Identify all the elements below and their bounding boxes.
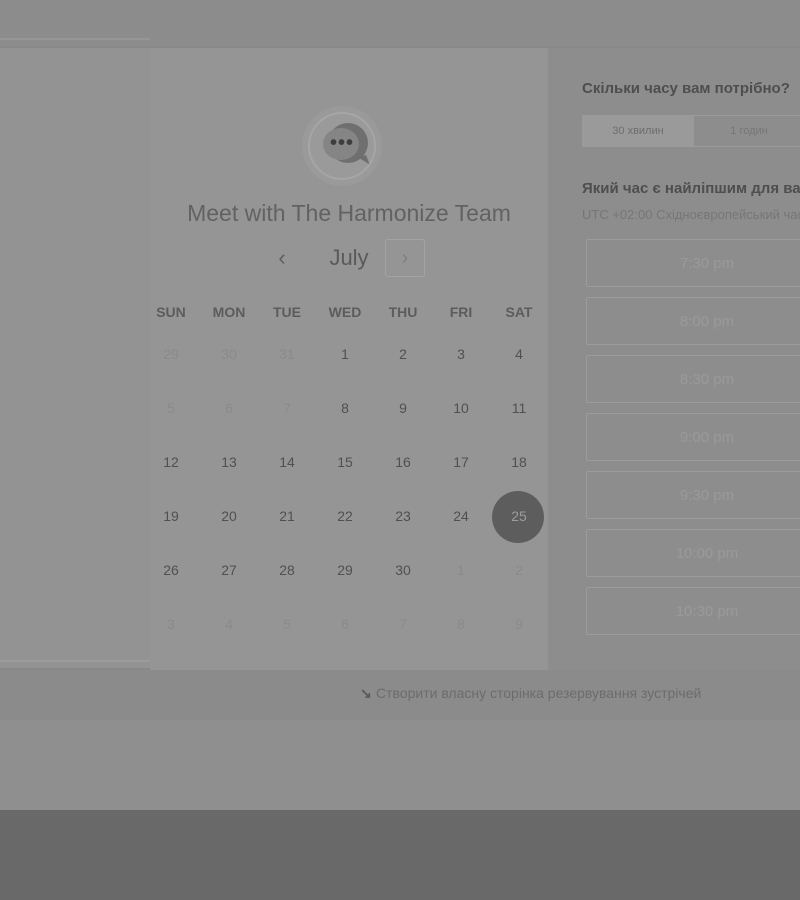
weekday-label: SUN <box>156 304 186 320</box>
page-bottom-background <box>0 810 800 900</box>
arrow-link-icon: ↘ <box>360 685 372 701</box>
calendar-day[interactable]: 15 <box>320 442 370 482</box>
booking-panel: Скільки часу вам потрібно? 30 хвилин 1 г… <box>548 48 800 670</box>
prev-month-button[interactable]: ‹ <box>264 238 300 278</box>
calendar-day: 8 <box>457 616 465 632</box>
time-slot-button[interactable]: 10:00 pm <box>586 529 800 577</box>
calendar-day: 6 <box>225 400 233 416</box>
calendar-day[interactable]: 16 <box>378 442 428 482</box>
calendar-day-number: 25 <box>511 508 527 524</box>
calendar-day-selected[interactable]: 25 <box>492 491 544 543</box>
time-slot-button[interactable]: 9:00 pm <box>586 413 800 461</box>
calendar-day: 3 <box>167 616 175 632</box>
timezone-label[interactable]: UTC +02:00 Східноєвропейський час <box>582 207 800 222</box>
month-navigation: ‹ July › <box>150 238 548 280</box>
time-slot-button[interactable]: 10:30 pm <box>586 587 800 635</box>
create-booking-page-link[interactable]: ↘ Створити власну сторінка резервування з… <box>360 685 701 702</box>
time-slot-label: 10:30 pm <box>675 603 739 620</box>
weekday-label: WED <box>328 304 362 320</box>
footer-link-label: Створити власну сторінка резервування зу… <box>376 685 702 701</box>
calendar-day: 7 <box>283 400 291 416</box>
weekday-label: FRI <box>449 304 473 320</box>
calendar-day: 30 <box>221 346 237 362</box>
calendar-day: 1 <box>457 562 465 578</box>
calendar-day: 9 <box>515 616 523 632</box>
calendar-day: 29 <box>163 346 179 362</box>
calendar-day[interactable]: 24 <box>436 496 486 536</box>
calendar-day[interactable]: 18 <box>494 442 544 482</box>
calendar-day[interactable]: 4 <box>494 334 544 374</box>
time-slot-label: 10:00 pm <box>675 545 739 562</box>
weekday-header-row: SUN MON TUE WED THU FRI SAT <box>150 304 548 324</box>
time-slot-button[interactable]: 7:30 pm <box>586 239 800 287</box>
page-background <box>0 720 800 810</box>
time-slot-label: 9:00 pm <box>679 429 735 446</box>
calendar-day[interactable]: 26 <box>146 550 196 590</box>
calendar-day[interactable]: 27 <box>204 550 254 590</box>
calendar-day[interactable]: 19 <box>146 496 196 536</box>
time-slot-label: 8:00 pm <box>679 313 735 330</box>
calendar-day[interactable]: 11 <box>494 388 544 428</box>
calendar-day[interactable]: 1 <box>320 334 370 374</box>
footer-bar: ↘ Створити власну сторінка резервування з… <box>0 670 800 720</box>
calendar-day: 7 <box>399 616 407 632</box>
time-slot-label: 7:30 pm <box>679 255 735 272</box>
next-month-button[interactable]: › <box>385 239 425 277</box>
left-margin-panel <box>0 48 150 668</box>
header-divider <box>0 38 150 40</box>
calendar-day: 5 <box>283 616 291 632</box>
duration-question: Скільки часу вам потрібно? <box>582 80 790 97</box>
calendar-day[interactable]: 13 <box>204 442 254 482</box>
page-title: Meet with The Harmonize Team <box>187 200 511 226</box>
duration-option-30[interactable]: 30 хвилин <box>583 116 693 146</box>
time-slot-label: 9:30 pm <box>679 487 735 504</box>
calendar-day[interactable]: 20 <box>204 496 254 536</box>
calendar-day[interactable]: 8 <box>320 388 370 428</box>
calendar-day[interactable]: 14 <box>262 442 312 482</box>
calendar-day[interactable]: 12 <box>146 442 196 482</box>
time-slot-button[interactable]: 8:30 pm <box>586 355 800 403</box>
time-slot-label: 8:30 pm <box>679 371 735 388</box>
time-slot-button[interactable]: 8:00 pm <box>586 297 800 345</box>
calendar-day[interactable]: 17 <box>436 442 486 482</box>
left-panel-divider <box>0 660 150 662</box>
calendar-day[interactable]: 28 <box>262 550 312 590</box>
duration-option-60[interactable]: 1 годин <box>693 116 800 146</box>
time-slot-button[interactable]: 9:30 pm <box>586 471 800 519</box>
weekday-label: SAT <box>505 304 533 320</box>
calendar-day: 5 <box>167 400 175 416</box>
calendar-day: 31 <box>279 346 295 362</box>
calendar-day[interactable]: 29 <box>320 550 370 590</box>
calendar-day: 6 <box>341 616 349 632</box>
calendar-day[interactable]: 21 <box>262 496 312 536</box>
calendar-card: ••• Meet with The Harmonize Team ‹ July … <box>150 48 548 670</box>
calendar-day[interactable]: 30 <box>378 550 428 590</box>
top-header-strip <box>0 0 800 46</box>
calendar-day: 4 <box>225 616 233 632</box>
calendar-day[interactable]: 9 <box>378 388 428 428</box>
calendar-day[interactable]: 23 <box>378 496 428 536</box>
chat-bubble-icon: ••• <box>302 106 382 186</box>
calendar-day[interactable]: 2 <box>378 334 428 374</box>
calendar-day[interactable]: 10 <box>436 388 486 428</box>
calendar-day: 2 <box>515 562 523 578</box>
weekday-label: THU <box>388 304 418 320</box>
weekday-label: MON <box>212 304 246 320</box>
calendar-day[interactable]: 3 <box>436 334 486 374</box>
duration-selector: 30 хвилин 1 годин <box>582 115 800 147</box>
calendar-day[interactable]: 22 <box>320 496 370 536</box>
weekday-label: TUE <box>273 304 301 320</box>
time-question: Який час є найліпшим для вас? <box>582 180 800 197</box>
month-label: July <box>329 245 369 270</box>
